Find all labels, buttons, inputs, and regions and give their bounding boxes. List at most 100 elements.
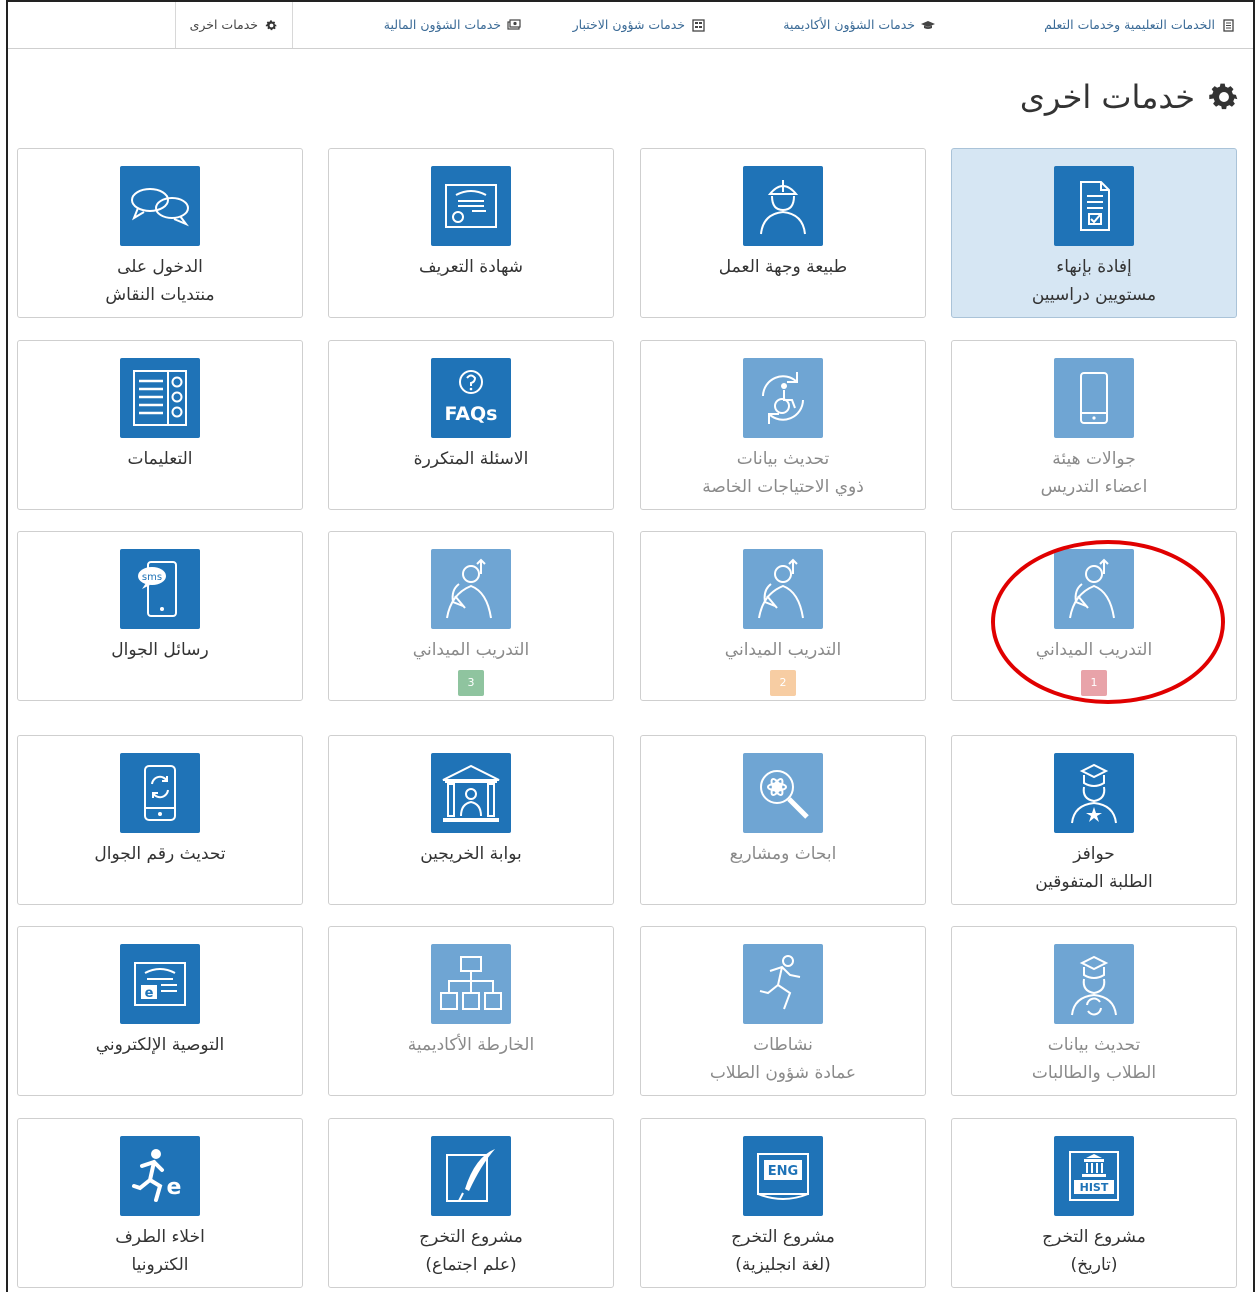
service-tile[interactable]: تحديث بيانات الطلاب والطالبات [951, 926, 1237, 1096]
tile-label-line2: (علم اجتماع) [425, 1255, 517, 1275]
count-badge: 1 [1081, 670, 1107, 696]
nav-academic-affairs[interactable]: خدمات الشؤون الأكاديمية [783, 2, 935, 48]
tile-label: مشروع التخرج (علم اجتماع) [337, 1223, 605, 1279]
tile-label: مشروع التخرج (تاريخ) [960, 1223, 1228, 1279]
tile-label: نشاطات عمادة شؤون الطلاب [649, 1031, 917, 1087]
service-tile[interactable]: التعليمات [17, 340, 303, 510]
service-tile[interactable]: التدريب الميداني 1 [951, 531, 1237, 701]
service-tile[interactable]: إفادة بإنهاء مستويين دراسيين [951, 148, 1237, 318]
graduate-star-icon [1054, 753, 1134, 833]
tile-label: شهادة التعريف [337, 253, 605, 281]
tile-label-line1: تحديث بيانات [736, 449, 830, 469]
student-refresh-icon [1054, 944, 1134, 1024]
service-tile[interactable]: e اخلاء الطرف الكترونيا [17, 1118, 303, 1288]
svg-text:sms: sms [142, 572, 162, 583]
faqs-icon: FAQs [431, 358, 511, 438]
english-book-icon: ENG [743, 1136, 823, 1216]
tile-label-line2: مستويين دراسيين [1031, 285, 1157, 305]
service-tile[interactable]: التدريب الميداني 3 [328, 531, 614, 701]
tile-label-line1: طبيعة وجهة العمل [718, 257, 848, 277]
service-tile[interactable]: تحديث رقم الجوال [17, 735, 303, 905]
wheelchair-refresh-icon [743, 358, 823, 438]
service-tile[interactable]: الخارطة الأكاديمية [328, 926, 614, 1096]
e-exit-runner-icon: e [120, 1136, 200, 1216]
instructions-list-icon [120, 358, 200, 438]
tile-label: التدريب الميداني [960, 636, 1228, 664]
tile-label: الدخول على منتديات النقاش [26, 253, 294, 309]
tile-label-line1: الخارطة الأكاديمية [407, 1035, 535, 1055]
service-tile[interactable]: نشاطات عمادة شؤون الطلاب [640, 926, 926, 1096]
service-tile[interactable]: التدريب الميداني 2 [640, 531, 926, 701]
tile-label: تحديث بيانات الطلاب والطالبات [960, 1031, 1228, 1087]
worker-helmet-icon [743, 166, 823, 246]
tile-label: بوابة الخريجين [337, 840, 605, 868]
tile-label: التوصية الإلكتروني [26, 1031, 294, 1059]
service-tile[interactable]: طبيعة وجهة العمل [640, 148, 926, 318]
service-tile[interactable]: مشروع التخرج (علم اجتماع) [328, 1118, 614, 1288]
tile-label-line1: رسائل الجوال [111, 640, 209, 660]
tile-label-line1: جوالات هيئة [1052, 449, 1136, 469]
certificate-document-icon [1054, 166, 1134, 246]
tile-label: الخارطة الأكاديمية [337, 1031, 605, 1059]
service-tile[interactable]: sms رسائل الجوال [17, 531, 303, 701]
tile-label: إفادة بإنهاء مستويين دراسيين [960, 253, 1228, 309]
count-badge: 2 [770, 670, 796, 696]
tile-label: التعليمات [26, 445, 294, 473]
service-tile[interactable]: شهادة التعريف [328, 148, 614, 318]
tile-label-line2: ذوي الاحتياجات الخاصة [702, 477, 864, 497]
tile-label-line1: بوابة الخريجين [420, 844, 522, 864]
nav-financial-affairs[interactable]: خدمات الشؤون المالية [384, 2, 521, 48]
running-person-icon [743, 944, 823, 1024]
tile-label: حوافز الطلبة المتفوقين [960, 840, 1228, 896]
document-list-icon [1222, 18, 1235, 32]
field-trainer-icon [743, 549, 823, 629]
tile-label: اخلاء الطرف الكترونيا [26, 1223, 294, 1279]
nav-learning-services[interactable]: الخدمات التعليمية وخدمات التعلم [1044, 2, 1235, 48]
tile-label-line2: الطلبة المتفوقين [1035, 872, 1153, 892]
tile-label-line1: التدريب الميداني [724, 640, 842, 660]
tile-label-line1: نشاطات [753, 1035, 813, 1055]
gear-icon [1207, 80, 1241, 114]
tile-label-line1: الدخول على [117, 257, 203, 277]
tile-label-line1: تحديث بيانات [1047, 1035, 1141, 1055]
nav-other-services[interactable]: خدمات اخرى [174, 2, 293, 48]
tile-label-line2: (تاريخ) [1070, 1255, 1118, 1275]
tile-label-line1: ابحاث ومشاريع [729, 844, 837, 864]
gear-icon [265, 19, 278, 32]
tile-label: تحديث رقم الجوال [26, 840, 294, 868]
tile-label-line1: تحديث رقم الجوال [94, 844, 226, 864]
service-tile[interactable]: HIST مشروع التخرج (تاريخ) [951, 1118, 1237, 1288]
service-tile[interactable]: ENG مشروع التخرج (لغة انجليزية) [640, 1118, 926, 1288]
quill-book-icon [431, 1136, 511, 1216]
service-tile[interactable]: تحديث بيانات ذوي الاحتياجات الخاصة [640, 340, 926, 510]
tile-label: ابحاث ومشاريع [649, 840, 917, 868]
service-tile[interactable]: الدخول على منتديات النقاش [17, 148, 303, 318]
tile-label: التدريب الميداني [649, 636, 917, 664]
svg-text:HIST: HIST [1080, 1181, 1109, 1194]
service-tile[interactable]: حوافز الطلبة المتفوقين [951, 735, 1237, 905]
nav-exam-affairs[interactable]: خدمات شؤون الاختبار [573, 2, 705, 48]
calendar-grid-icon [692, 18, 705, 32]
tile-label-line1: الاسئلة المتكررة [413, 449, 529, 469]
count-badge: 3 [458, 670, 484, 696]
service-tile[interactable]: FAQs الاسئلة المتكررة [328, 340, 614, 510]
tile-label: الاسئلة المتكررة [337, 445, 605, 473]
tile-label-line1: التعليمات [127, 449, 193, 469]
mobile-phone-icon [1054, 358, 1134, 438]
service-tile[interactable]: جوالات هيئة اعضاء التدريس [951, 340, 1237, 510]
service-tile[interactable]: e التوصية الإلكتروني [17, 926, 303, 1096]
tile-label: التدريب الميداني [337, 636, 605, 664]
field-trainer-icon [431, 549, 511, 629]
mobile-refresh-icon [120, 753, 200, 833]
research-magnifier-icon [743, 753, 823, 833]
service-tile[interactable]: ابحاث ومشاريع [640, 735, 926, 905]
e-certificate-icon: e [120, 944, 200, 1024]
tile-label-line1: إفادة بإنهاء [1056, 257, 1132, 277]
graduation-cap-icon [921, 19, 935, 32]
tile-label: تحديث بيانات ذوي الاحتياجات الخاصة [649, 445, 917, 501]
tile-label-line2: اعضاء التدريس [1040, 477, 1148, 497]
tile-label-line1: مشروع التخرج [419, 1227, 523, 1247]
graduates-portal-icon [431, 753, 511, 833]
service-tile[interactable]: بوابة الخريجين [328, 735, 614, 905]
id-certificate-icon [431, 166, 511, 246]
